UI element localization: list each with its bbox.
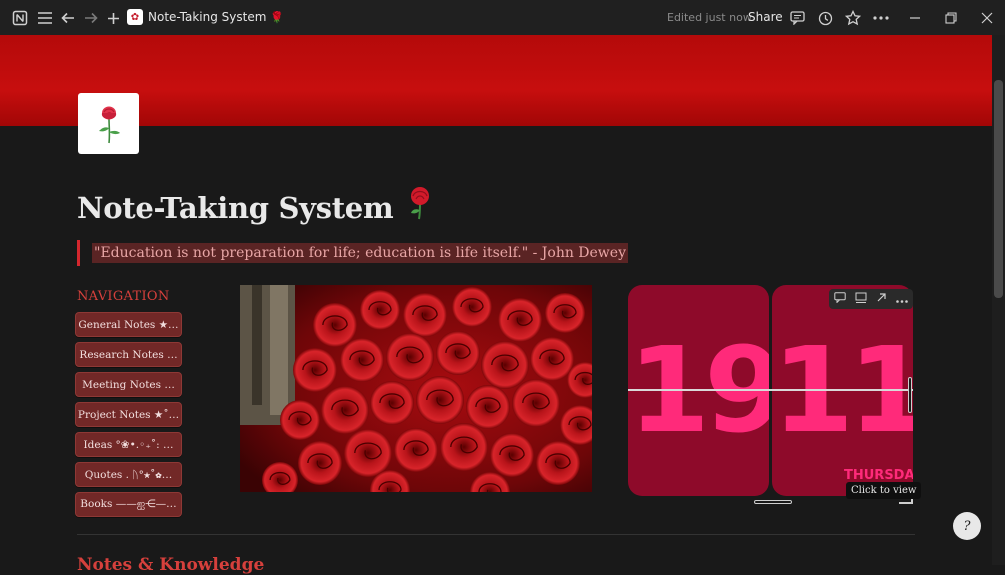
scrollbar-thumb[interactable] bbox=[994, 80, 1003, 298]
clock-day: THURSDAY bbox=[844, 468, 913, 483]
forward-arrow-icon[interactable] bbox=[81, 8, 101, 28]
nav-button-ideas[interactable]: Ideas °❀•.◦₊˚: … bbox=[75, 432, 182, 457]
breadcrumb-page-title[interactable]: Note-Taking System 🌹 bbox=[148, 10, 284, 24]
embed-toolbar bbox=[829, 289, 913, 309]
page-chip-icon[interactable]: ✿ bbox=[127, 9, 143, 25]
open-external-icon[interactable] bbox=[876, 292, 887, 306]
rose-icon: 🌹 bbox=[270, 11, 284, 24]
close-icon[interactable] bbox=[977, 8, 997, 28]
quote-bar bbox=[77, 240, 80, 266]
nav-button-general-notes[interactable]: General Notes ★… bbox=[75, 312, 182, 337]
nav-button-research-notes[interactable]: Research Notes … bbox=[75, 342, 182, 367]
rose-icon bbox=[411, 187, 430, 220]
restore-icon[interactable] bbox=[941, 8, 961, 28]
comment-icon[interactable] bbox=[833, 292, 846, 306]
nav-button-meeting-notes[interactable]: Meeting Notes … bbox=[75, 372, 182, 397]
plus-icon[interactable] bbox=[103, 8, 123, 28]
help-icon[interactable]: ? bbox=[953, 512, 981, 540]
roses-photo[interactable] bbox=[240, 285, 592, 492]
click-to-view-tooltip: Click to view bbox=[846, 482, 922, 499]
nav-button-books[interactable]: Books ——ஐ⋲—… bbox=[75, 492, 182, 517]
breadcrumb-label: Note-Taking System bbox=[148, 10, 267, 24]
divider bbox=[77, 534, 915, 535]
rose-icon bbox=[98, 106, 120, 143]
minimize-icon[interactable] bbox=[905, 8, 925, 28]
star-icon[interactable] bbox=[843, 8, 863, 28]
more-icon[interactable] bbox=[896, 293, 909, 306]
edited-status: Edited just now bbox=[667, 11, 752, 24]
notion-logo-icon[interactable] bbox=[10, 8, 30, 28]
section-heading[interactable]: Notes & Knowledge bbox=[77, 555, 264, 575]
page-title[interactable]: Note-Taking System bbox=[77, 186, 433, 225]
embed-resize-handle-right[interactable] bbox=[908, 377, 912, 413]
page-icon[interactable] bbox=[78, 93, 139, 154]
roses-image bbox=[240, 285, 592, 492]
navigation-heading: NAVIGATION bbox=[77, 289, 170, 304]
more-icon[interactable] bbox=[871, 8, 891, 28]
quote-text[interactable]: "Education is not preparation for life; … bbox=[92, 243, 628, 263]
cover-banner[interactable] bbox=[0, 35, 992, 126]
nav-button-project-notes[interactable]: Project Notes ★˚… bbox=[75, 402, 182, 427]
menu-icon[interactable] bbox=[35, 8, 55, 28]
back-arrow-icon[interactable] bbox=[58, 8, 78, 28]
page-title-text: Note-Taking System bbox=[77, 191, 394, 225]
nav-button-quotes[interactable]: Quotes . ᚢ°★˚✿… bbox=[75, 462, 182, 487]
title-bar: ✿ Note-Taking System 🌹 Edited just now S… bbox=[0, 0, 1005, 35]
share-button[interactable]: Share bbox=[748, 10, 783, 24]
clock-split-line bbox=[628, 389, 913, 391]
caption-icon[interactable] bbox=[855, 292, 867, 307]
comment-icon[interactable] bbox=[787, 8, 807, 28]
history-icon[interactable] bbox=[815, 8, 835, 28]
embed-resize-handle-bottom[interactable] bbox=[754, 500, 792, 504]
